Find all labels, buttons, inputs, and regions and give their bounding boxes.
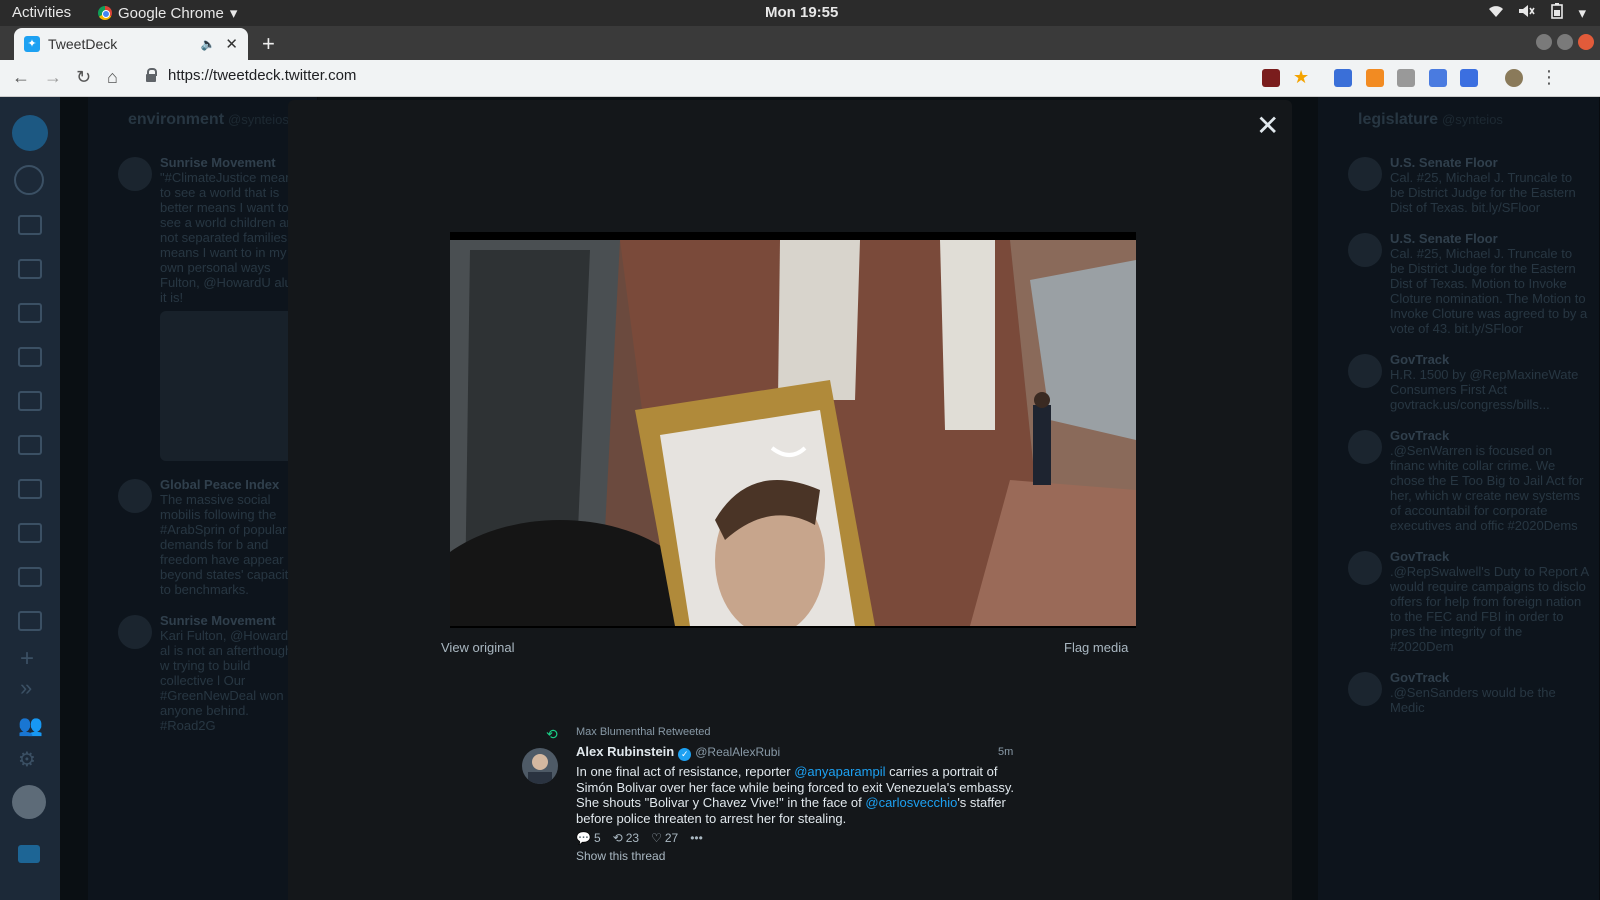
author-line[interactable]: Alex Rubinstein ✓ @RealAlexRubi [576,744,780,761]
verified-badge-icon: ✓ [678,748,692,761]
window-controls [1536,34,1594,50]
column-icon[interactable] [18,303,42,323]
wifi-icon [1488,4,1504,22]
heart-icon: ♡ [651,831,662,845]
activities-button[interactable]: Activities [12,4,71,21]
ellipsis-icon: ••• [690,831,703,845]
mention-link[interactable]: @carlosvecchio [865,795,957,810]
column-icon[interactable] [18,567,42,587]
screenshot-camera-icon[interactable] [1429,69,1447,87]
lock-icon [146,67,157,82]
mention-link[interactable]: @anyaparampil [794,764,885,779]
reload-icon[interactable]: ↻ [76,67,91,88]
reply-icon: 💬 [576,831,591,845]
extension-blue-icon[interactable] [1334,69,1352,87]
more-options-button[interactable]: ••• [690,831,703,845]
flag-media-link[interactable]: Flag media [1064,640,1128,655]
retweet-icon: ⟲ [546,726,558,742]
tweetdeck-sidebar: + » 👥 ⚙ [0,97,60,900]
close-icon[interactable]: ✕ [1256,112,1279,140]
incognito-extension-icon[interactable] [1262,69,1280,87]
view-original-link[interactable]: View original [441,640,514,655]
tweet-timestamp[interactable]: 5m [998,746,1013,758]
audio-playing-icon[interactable]: 🔈 [200,37,215,51]
forward-arrow-icon[interactable]: → [44,67,62,88]
url-text[interactable]: https://tweetdeck.twitter.com [168,67,356,84]
like-button[interactable]: ♡ 27 [651,831,678,845]
system-tray[interactable]: ▾ [1488,3,1586,23]
tab-title: TweetDeck [48,36,118,52]
add-column-icon[interactable]: + [20,645,34,673]
extension-grey-icon[interactable] [1397,69,1415,87]
author-handle[interactable]: @RealAlexRubi [695,745,780,759]
close-window-button[interactable] [1578,34,1594,50]
app-menu[interactable]: Google Chrome ▾ [98,4,237,22]
column-icon[interactable] [18,391,42,411]
column-icon[interactable] [18,215,42,235]
app-name: Google Chrome [118,4,224,22]
address-bar[interactable]: https://tweetdeck.twitter.com [146,67,356,84]
translate-icon[interactable] [1460,69,1478,87]
chrome-icon [98,6,112,20]
new-tab-button[interactable]: + [262,31,275,57]
show-thread-link[interactable]: Show this thread [576,849,665,863]
retweet-button[interactable]: ⟲ 23 [613,831,639,845]
author-name[interactable]: Alex Rubinstein [576,744,674,759]
os-top-bar: Activities Google Chrome ▾ Mon 19:55 ▾ [0,0,1600,26]
more-menu-icon[interactable]: ⋮ [1540,67,1558,88]
back-arrow-icon[interactable]: ← [12,67,30,88]
tab-strip: ✦ TweetDeck 🔈 ✕ + [0,26,1600,60]
column-icon[interactable] [18,347,42,367]
retweet-context: Max Blumenthal Retweeted [576,726,711,738]
bookmark-star-icon[interactable]: ★ [1293,67,1309,88]
retweet-icon: ⟲ [612,831,623,845]
power-menu-icon: ▾ [1578,5,1586,22]
media-video[interactable] [450,232,1136,628]
tweet-actions: 💬 5 ⟲ 23 ♡ 27 ••• [576,831,703,845]
home-icon[interactable]: ⌂ [107,67,118,88]
video-frame-image [450,240,1136,626]
clock[interactable]: Mon 19:55 [765,4,838,21]
tab-tweetdeck[interactable]: ✦ TweetDeck 🔈 ✕ [14,28,248,60]
settings-gear-icon[interactable]: ⚙ [18,747,36,772]
rss-feed-icon[interactable] [1366,69,1384,87]
volume-icon [1518,4,1536,22]
profile-avatar[interactable] [1505,69,1523,87]
compose-tweet-icon[interactable] [12,115,48,151]
media-modal: ✕ View original Flag media ⟲ Max Blument… [288,100,1292,900]
column-icon[interactable] [18,479,42,499]
avatar[interactable] [522,748,558,784]
reply-button[interactable]: 💬 5 [576,831,601,845]
close-tab-icon[interactable]: ✕ [225,35,238,53]
tweet-text: In one final act of resistance, reporter… [576,764,1014,826]
maximize-button[interactable] [1557,34,1573,50]
accounts-icon[interactable]: 👥 [18,713,43,738]
battery-icon [1550,3,1564,23]
minimize-button[interactable] [1536,34,1552,50]
twitter-logo-icon [18,845,40,863]
expand-icon[interactable]: » [20,675,32,701]
search-icon[interactable] [14,165,44,195]
browser-toolbar: ← → ↻ ⌂ https://tweetdeck.twitter.com ★ … [0,60,1600,97]
column-icon[interactable] [18,611,42,631]
column-icon[interactable] [18,523,42,543]
chevron-down-icon: ▾ [229,5,238,22]
column-icon[interactable] [18,435,42,455]
user-avatar[interactable] [12,785,46,819]
column-icon[interactable] [18,259,42,279]
twitter-bird-icon: ✦ [24,36,40,52]
